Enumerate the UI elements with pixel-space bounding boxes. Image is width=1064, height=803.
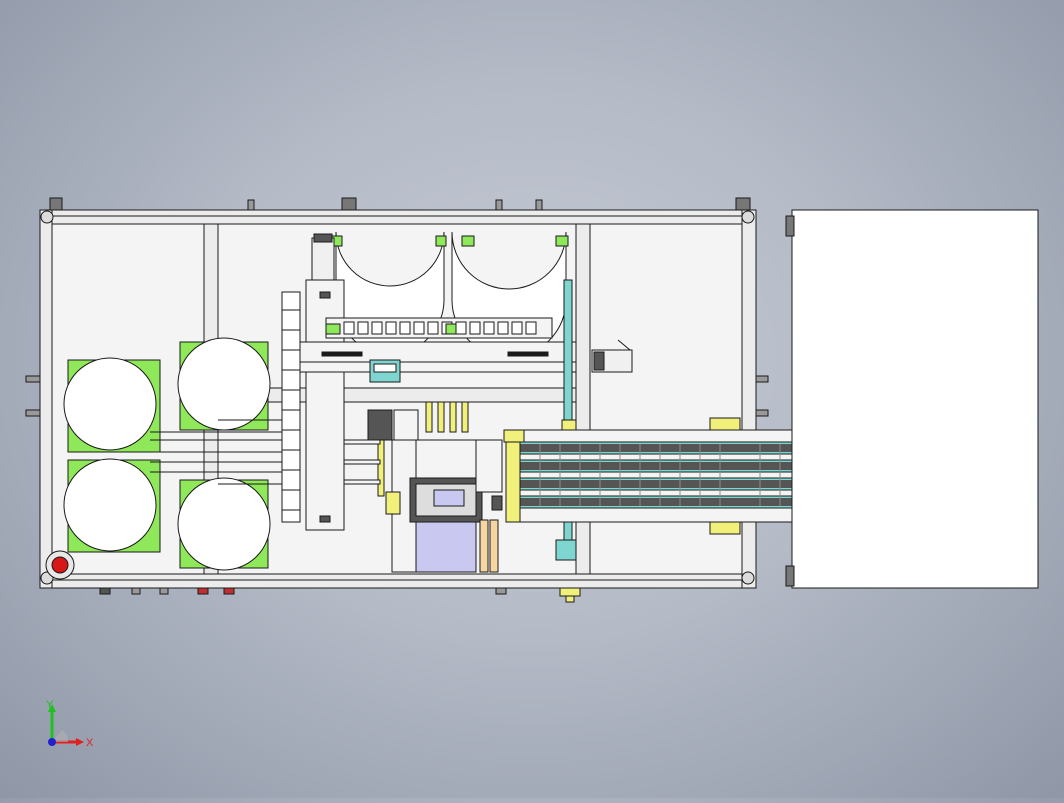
corner-bolt	[741, 210, 755, 224]
gantry-slot	[321, 351, 363, 357]
side-nub	[755, 409, 769, 417]
foot	[735, 197, 751, 211]
foot	[495, 199, 503, 211]
z-axis-dot	[48, 738, 56, 746]
frame-left-rail	[39, 209, 53, 589]
reel	[63, 357, 157, 451]
inspection-unit	[415, 439, 477, 485]
corner-bolt	[741, 571, 755, 585]
x-axis-label: X	[86, 737, 94, 749]
side-nub	[25, 375, 41, 383]
green-block	[325, 323, 341, 335]
conveyor-bracket	[503, 429, 525, 443]
gantry-beam	[299, 341, 577, 373]
green-block	[445, 323, 457, 335]
foot	[341, 197, 357, 211]
gripper-bracket	[393, 409, 419, 441]
side-nub	[25, 409, 41, 417]
reel	[177, 477, 271, 571]
conveyor-bracket	[709, 417, 741, 431]
emergency-stop-button	[51, 556, 69, 574]
frame-right-rail	[741, 209, 757, 589]
frame-bottom-rail	[39, 573, 757, 589]
side-nub	[755, 375, 769, 383]
reel-mount	[461, 235, 475, 247]
side-cabinet	[791, 209, 1039, 589]
servo-motor	[311, 237, 335, 281]
corner-bolt	[40, 210, 54, 224]
foot	[49, 197, 63, 211]
orange-rod	[489, 519, 499, 573]
servo-motor-cap	[313, 233, 333, 243]
cabinet-hinge	[785, 565, 795, 587]
reel	[177, 337, 271, 431]
cyan-rail-base	[555, 539, 577, 561]
inspection-window	[433, 489, 465, 507]
coordinate-triad: Y X	[46, 700, 94, 749]
gantry-slot	[507, 351, 549, 357]
gripper-head	[367, 409, 393, 441]
frame-top-rail	[39, 209, 757, 225]
reel	[63, 458, 157, 552]
foot	[535, 199, 543, 211]
orange-rod	[479, 519, 489, 573]
reel-mount	[435, 235, 447, 247]
reel-mount	[555, 235, 569, 247]
yellow-connector	[559, 587, 581, 597]
cable-chain	[281, 291, 301, 523]
cabinet-hinge	[785, 215, 795, 237]
machine-drawing	[25, 197, 1039, 603]
side-bracket	[475, 439, 503, 493]
y-axis-label: Y	[46, 700, 54, 711]
conveyor-start	[505, 429, 521, 523]
conveyor-bracket	[709, 521, 741, 535]
frame-crossbar	[217, 387, 577, 403]
foot	[247, 199, 255, 211]
cad-viewport[interactable]: Y X	[0, 0, 1064, 798]
x-axis-arrow	[76, 738, 84, 746]
lavender-plate	[415, 521, 477, 573]
